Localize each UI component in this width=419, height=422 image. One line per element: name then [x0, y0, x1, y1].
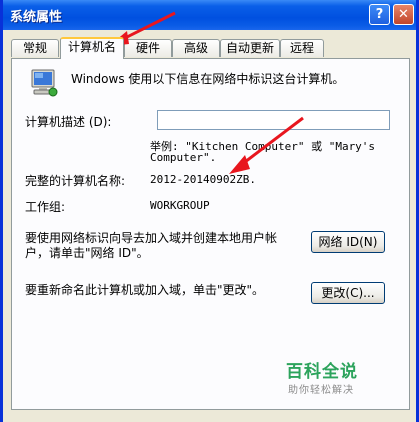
network-id-button[interactable]: 网络 ID(N) — [311, 231, 385, 253]
computer-icon — [31, 69, 58, 97]
rename-description: 要重新命名此计算机或加入域，单击"更改"。 — [25, 283, 265, 297]
workgroup-label: 工作组: — [25, 200, 66, 214]
description-label: 计算机描述 (D): — [25, 115, 112, 129]
help-button[interactable]: ? — [369, 4, 390, 25]
network-id-description-line2: 户，请单击"网络 ID"。 — [25, 246, 149, 260]
title-bar[interactable]: 系统属性 ? ✕ — [3, 0, 416, 30]
tab-hardware[interactable]: 硬件 — [124, 39, 172, 57]
tab-general[interactable]: 常规 — [11, 39, 59, 57]
tab-remote[interactable]: 远程 — [280, 39, 324, 57]
system-properties-window: 系统属性 ? ✕ 常规 计算机名 硬件 高级 自动更新 远程 Windows 使… — [0, 0, 419, 422]
computer-description-input[interactable] — [157, 110, 390, 130]
tab-advanced[interactable]: 高级 — [172, 39, 220, 57]
intro-text: Windows 使用以下信息在网络中标识这台计算机。 — [71, 72, 345, 86]
example-text-line2: Computer". — [150, 151, 217, 164]
change-button[interactable]: 更改(C)... — [311, 282, 385, 304]
watermark: 百科全说 助你轻松解决 — [286, 357, 384, 397]
tab-automatic-updates[interactable]: 自动更新 — [220, 39, 280, 57]
full-computer-name-value: 2012-20140902ZB. — [150, 173, 256, 186]
watermark-sub-text: 助你轻松解决 — [288, 385, 354, 396]
window-title: 系统属性 — [10, 10, 63, 25]
tab-computer-name[interactable]: 计算机名 — [60, 37, 124, 59]
full-computer-name-label: 完整的计算机名称: — [25, 174, 126, 188]
watermark-main-text: 百科全说 — [286, 362, 358, 382]
workgroup-value: WORKGROUP — [150, 199, 210, 212]
close-button[interactable]: ✕ — [393, 4, 414, 25]
